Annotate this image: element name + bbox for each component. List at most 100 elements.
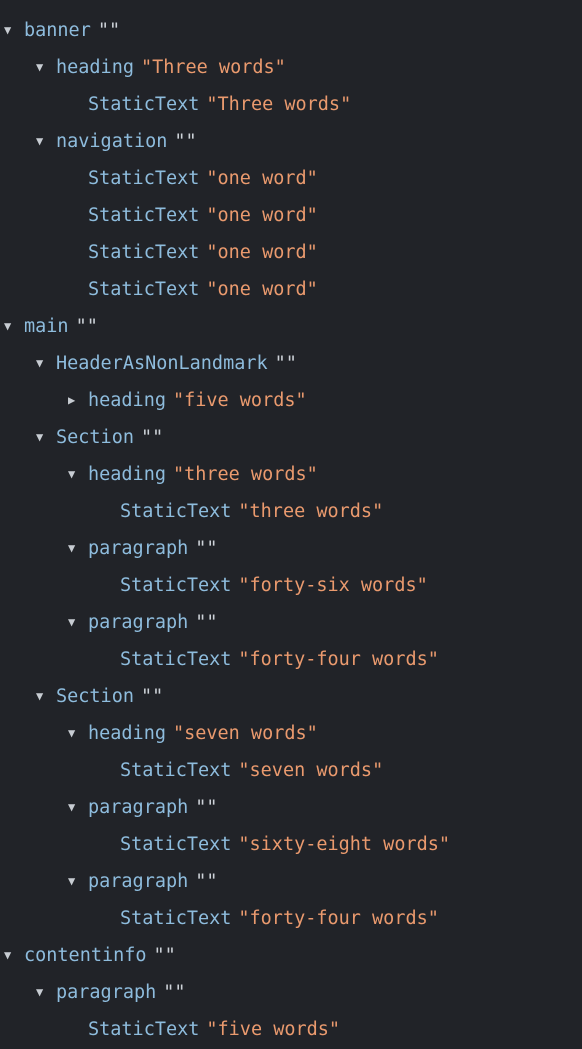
tree-row[interactable]: ▼StaticText "forty-four words" [0, 641, 582, 678]
chevron-down-icon[interactable]: ▼ [36, 123, 56, 160]
node-value: "one word" [206, 205, 317, 226]
chevron-down-icon[interactable]: ▼ [36, 345, 56, 382]
node-value: "three words" [173, 464, 318, 485]
tree-spacer: ▼ [68, 197, 88, 234]
tree-row[interactable]: ▼StaticText "five words" [0, 1011, 582, 1048]
tree-row[interactable]: ▼ paragraph "" [0, 974, 582, 1011]
tree-row[interactable]: ▼ main "" [0, 308, 582, 345]
chevron-down-icon[interactable]: ▼ [36, 678, 56, 715]
node-value-text: one word [217, 242, 307, 263]
tree-row[interactable]: ▼ paragraph "" [0, 789, 582, 826]
quote-open: " [206, 242, 218, 263]
node-value-text: Three words [152, 57, 275, 78]
node-value: "Three words" [206, 94, 351, 115]
node-role: heading [88, 390, 166, 411]
chevron-right-icon[interactable]: ▶ [68, 382, 88, 419]
tree-spacer: ▼ [100, 493, 120, 530]
tree-spacer: ▼ [100, 900, 120, 937]
node-role: contentinfo [24, 945, 147, 966]
node-value-text: seven words [249, 760, 373, 781]
tree-row[interactable]: ▼StaticText "forty-four words" [0, 900, 582, 937]
tree-row[interactable]: ▼ Section "" [0, 678, 582, 715]
node-role: StaticText [88, 242, 200, 263]
quote-open: " [206, 1019, 218, 1040]
tree-row[interactable]: ▼StaticText "one word" [0, 234, 582, 271]
tree-row[interactable]: ▼ [0, 0, 582, 12]
node-role: paragraph [88, 612, 189, 633]
tree-row[interactable]: ▼StaticText "Three words" [0, 86, 582, 123]
quote-close: " [306, 205, 318, 226]
node-value: "seven words" [173, 723, 318, 744]
node-value-text: five words [184, 390, 296, 411]
tree-spacer: ▼ [68, 271, 88, 308]
node-value-text: one word [217, 205, 307, 226]
chevron-down-icon[interactable]: ▼ [68, 604, 88, 641]
tree-row[interactable]: ▼StaticText "one word" [0, 271, 582, 308]
chevron-down-icon[interactable]: ▼ [4, 937, 24, 974]
tree-row[interactable]: ▼ banner "" [0, 12, 582, 49]
tree-row[interactable]: ▼StaticText "seven words" [0, 752, 582, 789]
tree-spacer: ▼ [100, 826, 120, 863]
node-value-text: sixty-eight words [249, 834, 439, 855]
node-role: paragraph [88, 538, 189, 559]
quote-close: " [427, 649, 439, 670]
chevron-down-icon[interactable]: ▼ [36, 419, 56, 456]
chevron-down-icon[interactable]: ▼ [36, 974, 56, 1011]
node-value: "three words" [238, 501, 383, 522]
tree-spacer: ▼ [68, 1011, 88, 1048]
node-role: heading [88, 723, 166, 744]
quote-close: " [372, 501, 384, 522]
node-empty-value: "" [163, 982, 186, 1003]
node-empty-value: "" [274, 353, 297, 374]
tree-row[interactable]: ▼ contentinfo "" [0, 937, 582, 974]
tree-row[interactable]: ▼ paragraph "" [0, 530, 582, 567]
quote-open: " [206, 168, 218, 189]
tree-row[interactable]: ▼ HeaderAsNonLandmark "" [0, 345, 582, 382]
tree-row[interactable]: ▼StaticText "sixty-eight words" [0, 826, 582, 863]
tree-row[interactable]: ▼ heading "three words" [0, 456, 582, 493]
quote-close: " [340, 94, 352, 115]
tree-row[interactable]: ▶ heading "five words" [0, 382, 582, 419]
chevron-down-icon[interactable]: ▼ [4, 12, 24, 49]
chevron-down-icon[interactable]: ▼ [36, 49, 56, 86]
quote-close: " [372, 760, 384, 781]
tree-row[interactable]: ▼ navigation "" [0, 123, 582, 160]
node-empty-value: "" [195, 612, 218, 633]
tree-row[interactable]: ▼StaticText "one word" [0, 197, 582, 234]
node-value: "Three words" [141, 57, 286, 78]
node-role: StaticText [120, 501, 232, 522]
tree-spacer: ▼ [68, 160, 88, 197]
chevron-down-icon[interactable]: ▼ [68, 530, 88, 567]
chevron-down-icon[interactable]: ▼ [68, 456, 88, 493]
chevron-down-icon[interactable]: ▼ [68, 789, 88, 826]
node-role: StaticText [120, 834, 232, 855]
tree-row[interactable]: ▼ paragraph "" [0, 604, 582, 641]
node-empty-value: "" [174, 131, 197, 152]
node-value: "one word" [206, 279, 317, 300]
chevron-down-icon[interactable]: ▼ [4, 308, 24, 345]
node-value-text: forty-four words [249, 649, 428, 670]
node-empty-value: "" [195, 797, 218, 818]
node-role: StaticText [88, 94, 200, 115]
node-empty-value: "" [140, 686, 164, 707]
node-value: "seven words" [238, 760, 383, 781]
quote-close: " [274, 57, 286, 78]
node-value: "five words" [206, 1019, 340, 1040]
tree-row[interactable]: ▼StaticText "one word" [0, 160, 582, 197]
node-value: "one word" [206, 168, 317, 189]
node-value-text: three words [184, 464, 307, 485]
chevron-down-icon[interactable]: ▼ [68, 863, 88, 900]
tree-row[interactable]: ▼ paragraph "" [0, 863, 582, 900]
tree-row[interactable]: ▼StaticText "forty-six words" [0, 567, 582, 604]
tree-spacer: ▼ [100, 567, 120, 604]
tree-row[interactable]: ▼StaticText "three words" [0, 493, 582, 530]
tree-row[interactable]: ▼ heading "seven words" [0, 715, 582, 752]
node-value: "sixty-eight words" [238, 834, 450, 855]
tree-row[interactable]: ▼ heading "Three words" [0, 49, 582, 86]
quote-open: " [172, 390, 185, 411]
chevron-down-icon[interactable]: ▼ [68, 715, 88, 752]
node-role: StaticText [88, 168, 200, 189]
quote-open: " [140, 57, 153, 78]
tree-row[interactable]: ▼ Section "" [0, 419, 582, 456]
quote-close: " [295, 390, 307, 411]
